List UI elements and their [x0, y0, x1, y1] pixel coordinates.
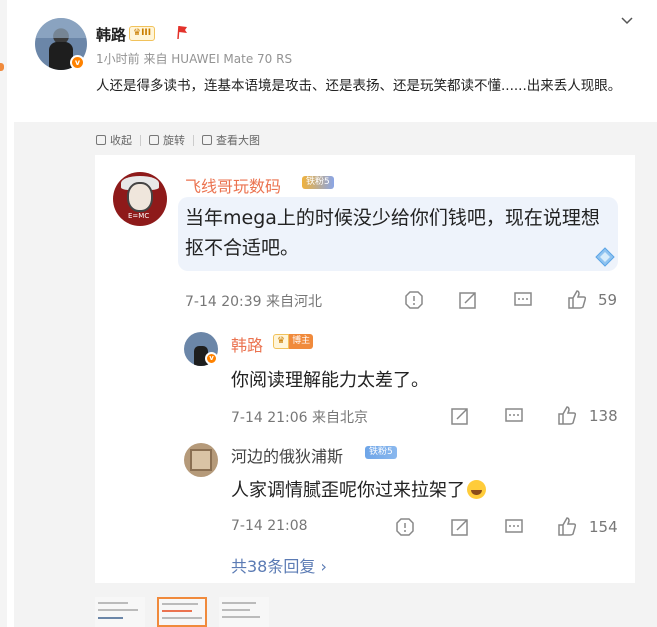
collapse-button[interactable]: 收起 [96, 132, 132, 148]
reply-text: 人家调情腻歪呢你过来拉架了 [231, 480, 465, 501]
fan-badge-label: 铁粉5 [369, 447, 393, 457]
like-count: 59 [598, 291, 618, 309]
rotate-icon [149, 135, 159, 145]
forward-icon[interactable] [450, 517, 470, 537]
reply-actions: 7-14 21:08 [231, 518, 308, 534]
thumbnail-line [222, 602, 256, 604]
fan-badge[interactable]: 铁粉5 [302, 176, 334, 189]
flag-icon[interactable] [176, 24, 189, 40]
comment-icon[interactable] [504, 517, 524, 537]
thumbnail-line [98, 602, 128, 604]
reply-avatar[interactable] [184, 443, 218, 477]
report-icon[interactable] [404, 290, 424, 310]
comment-actions: 7-14 20:39 来自河北 [185, 291, 322, 311]
fan-badge[interactable]: 铁粉5 [365, 446, 397, 459]
fan-badge-label: 铁粉5 [306, 177, 330, 187]
blogger-badge-label: 博主 [289, 334, 314, 349]
view-large-label: 查看大图 [216, 134, 260, 147]
reply-text: 你阅读理解能力太差了。 [231, 370, 429, 391]
diamond-icon [595, 247, 615, 267]
view-large-icon [202, 135, 212, 145]
rotate-button[interactable]: 旋转 [149, 132, 185, 148]
thumbnail-line [98, 609, 138, 611]
post-meta: 1小时前 来自 HUAWEI Mate 70 RS [96, 52, 293, 66]
thumbnail-line [162, 603, 198, 605]
more-replies-link[interactable]: 共38条回复 › [231, 553, 327, 577]
verified-badge-icon: v [205, 352, 218, 365]
avatar-figure [49, 42, 73, 70]
comment-text: 当年mega上的时候没少给你们钱吧，现在说理想抠不合适吧。 [185, 207, 600, 259]
reply-time: 7-14 21:08 [231, 518, 308, 534]
toolbar-divider [140, 134, 141, 146]
collapse-icon [96, 135, 106, 145]
left-edge-strip [0, 0, 7, 627]
reply-actions: 7-14 21:06 来自北京 [231, 407, 368, 427]
reply-author-name[interactable]: 河边的俄狄浦斯 [231, 443, 343, 467]
toolbar-divider [193, 134, 194, 146]
like-count: 138 [589, 407, 618, 425]
thumbnail-line [162, 610, 192, 612]
commenter-avatar[interactable]: E=MC [113, 172, 167, 226]
image-toolbar: 收起 旋转 查看大图 [96, 132, 260, 148]
chevron-down-icon[interactable] [620, 14, 634, 28]
view-large-button[interactable]: 查看大图 [202, 132, 260, 148]
avatar-background [35, 18, 87, 38]
thumbnail-line [222, 616, 260, 618]
comment-time: 7-14 20:39 来自河北 [185, 294, 323, 310]
avatar-image [190, 449, 212, 471]
thumbnail-line [98, 617, 123, 619]
forward-icon[interactable] [450, 406, 470, 426]
author-name[interactable]: 韩路 [96, 24, 126, 45]
avatar-caption: E=MC [128, 212, 150, 220]
image-thumbnail-selected[interactable] [157, 597, 207, 627]
commenter-name[interactable]: 飞线哥玩数码 [185, 173, 281, 197]
like-icon[interactable] [556, 404, 578, 426]
reply-author-name[interactable]: 韩路 [231, 332, 263, 356]
verified-badge-icon: v [70, 55, 85, 70]
like-count: 154 [589, 518, 618, 536]
comment-icon[interactable] [513, 290, 533, 310]
crown-icon: ♛ [273, 334, 290, 349]
like-icon[interactable] [556, 515, 578, 537]
left-edge-marker [0, 63, 4, 71]
like-icon[interactable] [566, 288, 588, 310]
image-thumbnail[interactable] [95, 597, 145, 627]
member-level: III [141, 28, 152, 38]
avatar-face [127, 182, 153, 212]
image-thumbnail[interactable] [219, 597, 269, 627]
thumbnail-line [162, 617, 202, 619]
collapse-label: 收起 [110, 134, 132, 147]
rotate-label: 旋转 [163, 134, 185, 147]
reply-time: 7-14 21:06 来自北京 [231, 410, 369, 426]
comment-icon[interactable] [504, 406, 524, 426]
forward-icon[interactable] [458, 290, 478, 310]
member-crown-badge[interactable]: ♛III [129, 26, 156, 41]
laugh-emoji-icon [467, 480, 486, 499]
report-icon[interactable] [395, 517, 415, 537]
reply-text-wrap: 人家调情腻歪呢你过来拉架了 [231, 476, 486, 502]
blogger-badge[interactable]: ♛ 博主 [273, 334, 314, 349]
post-text: 人还是得多读书，连基本语境是攻击、还是表扬、还是玩笑都读不懂......出来丢人… [96, 78, 622, 94]
thumbnail-line [222, 609, 250, 611]
